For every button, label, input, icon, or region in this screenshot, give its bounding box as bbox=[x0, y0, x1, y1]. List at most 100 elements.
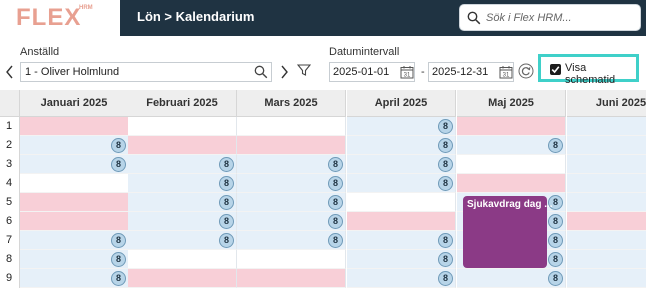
month-header: Januari 2025 bbox=[20, 90, 129, 117]
day-cell[interactable]: 8 bbox=[128, 155, 237, 174]
day-cell[interactable] bbox=[567, 250, 646, 269]
show-schedule-label: Visa schematid bbox=[565, 62, 616, 86]
day-cell[interactable]: 8 bbox=[347, 174, 456, 193]
search-input[interactable] bbox=[486, 5, 636, 30]
day-cell[interactable]: 8 bbox=[20, 250, 129, 269]
day-cell[interactable] bbox=[128, 269, 237, 288]
day-cell[interactable] bbox=[457, 155, 566, 174]
schedule-hours-badge: 8 bbox=[328, 214, 343, 229]
day-cell[interactable]: 8 bbox=[128, 212, 237, 231]
day-cell[interactable]: 8 bbox=[237, 155, 346, 174]
day-cell[interactable] bbox=[347, 212, 456, 231]
month-header: Mars 2025 bbox=[237, 90, 346, 117]
schedule-hours-badge: 8 bbox=[219, 195, 234, 210]
global-search[interactable] bbox=[459, 4, 641, 31]
employee-label: Anställd bbox=[20, 46, 60, 58]
date-to-value: 2025-12-31 bbox=[432, 66, 489, 78]
day-cell[interactable]: 8 bbox=[128, 231, 237, 250]
day-number: 9 bbox=[0, 269, 20, 288]
day-cell[interactable]: 8 bbox=[347, 250, 456, 269]
day-cell[interactable] bbox=[457, 117, 566, 136]
checkmark-icon bbox=[551, 66, 560, 74]
date-interval-label: Datumintervall bbox=[329, 46, 400, 58]
day-cell[interactable] bbox=[567, 212, 646, 231]
day-cell[interactable] bbox=[20, 174, 129, 193]
day-cell[interactable]: 8 bbox=[347, 136, 456, 155]
day-cell[interactable] bbox=[567, 269, 646, 288]
refresh-icon[interactable] bbox=[518, 63, 534, 79]
day-number: 4 bbox=[0, 174, 20, 193]
schedule-hours-badge: 8 bbox=[438, 271, 453, 286]
day-cell[interactable] bbox=[20, 117, 129, 136]
day-cell[interactable]: 8 bbox=[347, 117, 456, 136]
day-cell[interactable]: 8 bbox=[20, 269, 129, 288]
employee-field[interactable]: 1 - Oliver Holmlund bbox=[20, 62, 272, 82]
day-cell[interactable]: 8 bbox=[20, 231, 129, 250]
day-cell[interactable]: 8 bbox=[347, 231, 456, 250]
month-header: Februari 2025 bbox=[128, 90, 237, 117]
grid-corner bbox=[0, 90, 20, 117]
day-number: 5 bbox=[0, 193, 20, 212]
day-cell[interactable] bbox=[347, 193, 456, 212]
day-cell[interactable] bbox=[567, 174, 646, 193]
employee-search-icon[interactable] bbox=[254, 65, 268, 79]
next-employee-icon[interactable] bbox=[278, 65, 290, 79]
previous-employee-icon[interactable] bbox=[4, 65, 16, 79]
day-cell[interactable] bbox=[237, 136, 346, 155]
calendar-icon[interactable]: 31 bbox=[499, 65, 513, 79]
date-separator: - bbox=[421, 66, 425, 78]
svg-text:31: 31 bbox=[503, 73, 510, 79]
search-icon bbox=[467, 11, 481, 25]
day-cell[interactable] bbox=[237, 117, 346, 136]
calendar-icon[interactable]: 31 bbox=[400, 65, 414, 79]
month-header: April 2025 bbox=[347, 90, 456, 117]
day-cell[interactable] bbox=[128, 136, 237, 155]
day-number: 8 bbox=[0, 250, 20, 269]
show-schedule-toggle[interactable]: Visa schematid bbox=[538, 54, 639, 86]
day-cell[interactable]: 8 bbox=[128, 174, 237, 193]
day-cell[interactable]: 8 bbox=[237, 231, 346, 250]
top-bar: FLEX HRM Lön > Kalendarium bbox=[0, 0, 646, 36]
calendar-grid: Januari 2025 Februari 2025 Mars 2025 April … bbox=[0, 90, 646, 290]
date-from-value: 2025-01-01 bbox=[333, 66, 390, 78]
day-cell[interactable]: 8 bbox=[237, 174, 346, 193]
schedule-hours-badge: 8 bbox=[111, 157, 126, 172]
schedule-hours-badge: 8 bbox=[219, 176, 234, 191]
day-cell[interactable] bbox=[457, 174, 566, 193]
schedule-hours-badge: 8 bbox=[438, 252, 453, 267]
day-cell[interactable]: 8 bbox=[457, 269, 566, 288]
sick-leave-event[interactable]: Sjukavdrag dag ... bbox=[463, 196, 553, 268]
day-cell[interactable] bbox=[128, 117, 237, 136]
schedule-hours-badge: 8 bbox=[438, 138, 453, 153]
show-schedule-checkbox[interactable] bbox=[550, 64, 561, 75]
day-cell[interactable]: 8 bbox=[237, 193, 346, 212]
schedule-hours-badge: 8 bbox=[548, 233, 563, 248]
day-cell[interactable]: 8 bbox=[347, 269, 456, 288]
day-cell[interactable] bbox=[567, 136, 646, 155]
day-cell[interactable] bbox=[567, 117, 646, 136]
day-number: 6 bbox=[0, 212, 20, 231]
day-cell[interactable] bbox=[567, 231, 646, 250]
day-cell[interactable]: 8 bbox=[457, 136, 566, 155]
filter-icon[interactable] bbox=[297, 63, 311, 77]
day-cell[interactable]: 8 bbox=[20, 136, 129, 155]
day-cell[interactable] bbox=[20, 212, 129, 231]
day-cell[interactable] bbox=[237, 250, 346, 269]
schedule-hours-badge: 8 bbox=[328, 157, 343, 172]
day-cell[interactable]: 8 bbox=[20, 155, 129, 174]
logo-text: FLEX bbox=[16, 4, 82, 31]
day-cell[interactable] bbox=[567, 155, 646, 174]
day-cell[interactable]: 8 bbox=[237, 212, 346, 231]
flex-hrm-logo[interactable]: FLEX HRM bbox=[0, 0, 120, 36]
day-cell[interactable]: 8 bbox=[347, 155, 456, 174]
month-header: Maj 2025 bbox=[457, 90, 566, 117]
month-header: Juni 2025 bbox=[567, 90, 646, 117]
svg-text:31: 31 bbox=[404, 73, 411, 79]
day-cell[interactable] bbox=[567, 193, 646, 212]
day-cell[interactable]: 8 bbox=[128, 193, 237, 212]
day-cell[interactable] bbox=[20, 193, 129, 212]
day-cell[interactable] bbox=[128, 250, 237, 269]
schedule-hours-badge: 8 bbox=[219, 214, 234, 229]
day-cell[interactable] bbox=[237, 269, 346, 288]
day-number: 7 bbox=[0, 231, 20, 250]
